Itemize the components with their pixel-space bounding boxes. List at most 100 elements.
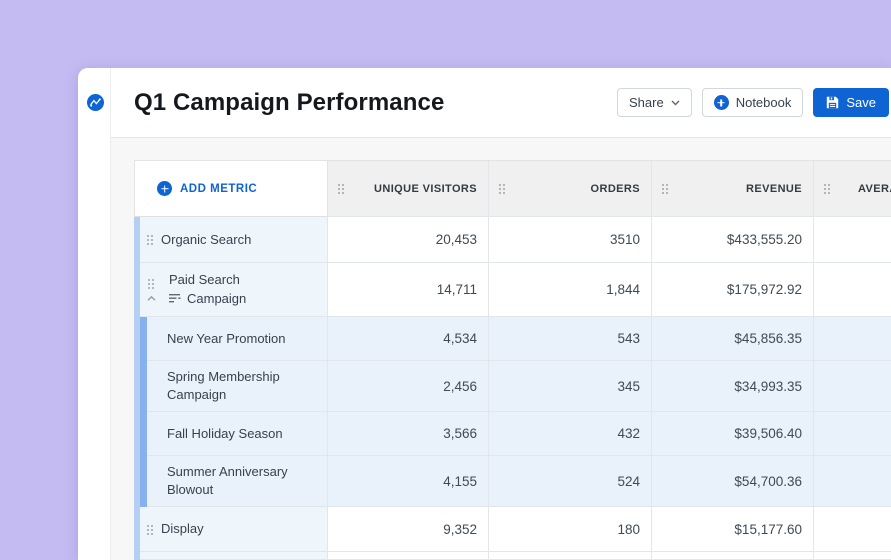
cell-orders[interactable] [489, 552, 652, 560]
cell-unique-visitors[interactable]: 20,453 [328, 217, 489, 263]
row-label: Organic Search [161, 231, 251, 249]
table-row: Fall Holiday Season 3,566 432 $39,506.40 [134, 412, 891, 456]
row-label: Spring Membership Campaign [167, 368, 295, 403]
cell-average[interactable] [814, 361, 891, 412]
cell-revenue[interactable]: $15,177.60 [652, 507, 814, 552]
cell-value: 3510 [610, 232, 640, 247]
cell-unique-visitors[interactable]: 4,534 [328, 317, 489, 361]
cell-revenue[interactable]: $34,993.35 [652, 361, 814, 412]
table-row: Organic Search 20,453 3510 $433,555.20 [134, 217, 891, 263]
cell-value: $15,177.60 [734, 522, 802, 537]
cell-unique-visitors[interactable]: 9,352 [328, 507, 489, 552]
main-panel: Q1 Campaign Performance Share Notebook [111, 68, 891, 560]
cell-unique-visitors[interactable] [328, 552, 489, 560]
row-label: Display [161, 520, 204, 538]
cell-orders[interactable]: 180 [489, 507, 652, 552]
column-header-orders[interactable]: ORDERS [489, 160, 652, 217]
row-gutter [146, 278, 156, 301]
collapse-chevron-up-icon[interactable] [147, 296, 156, 301]
toolbar-actions: Share Notebook [617, 88, 889, 117]
cell-orders[interactable]: 524 [489, 456, 652, 507]
cell-value: 4,155 [443, 474, 477, 489]
save-button-label: Save [846, 95, 876, 110]
drag-handle-icon[interactable] [146, 234, 154, 245]
cell-average[interactable] [814, 317, 891, 361]
drag-handle-icon[interactable] [147, 278, 155, 289]
cell-average[interactable] [814, 217, 891, 263]
cell-revenue[interactable]: $54,700.36 [652, 456, 814, 507]
row-label: Fall Holiday Season [167, 425, 283, 443]
table-row: Spring Membership Campaign 2,456 345 $34… [134, 361, 891, 412]
row-label-cell[interactable]: Summer Anniversary Blowout [134, 456, 328, 507]
cell-value: $45,856.35 [734, 331, 802, 346]
cell-revenue[interactable] [652, 552, 814, 560]
cell-value: 2,456 [443, 379, 477, 394]
cell-unique-visitors[interactable]: 3,566 [328, 412, 489, 456]
cell-value: 345 [617, 379, 640, 394]
cell-value: $54,700.36 [734, 474, 802, 489]
table-row: New Year Promotion 4,534 543 $45,856.35 [134, 317, 891, 361]
cell-average[interactable] [814, 507, 891, 552]
row-label: Paid Search Campaign [169, 271, 246, 307]
share-button[interactable]: Share [617, 88, 692, 117]
row-label-cell[interactable] [134, 552, 328, 560]
cell-revenue[interactable]: $175,972.92 [652, 263, 814, 317]
cell-orders[interactable]: 543 [489, 317, 652, 361]
row-label: Summer Anniversary Blowout [167, 463, 295, 498]
cell-revenue[interactable]: $45,856.35 [652, 317, 814, 361]
cell-orders[interactable]: 345 [489, 361, 652, 412]
cell-value: $39,506.40 [734, 426, 802, 441]
save-button[interactable]: Save [813, 88, 889, 117]
row-label-cell[interactable]: Fall Holiday Season [134, 412, 328, 456]
column-header-average[interactable]: AVERAG [814, 160, 891, 217]
cell-revenue[interactable]: $39,506.40 [652, 412, 814, 456]
plus-circle-icon [157, 181, 172, 196]
column-header-unique-visitors[interactable]: UNIQUE VISITORS [328, 160, 489, 217]
drag-handle-icon[interactable] [146, 524, 154, 535]
cell-unique-visitors[interactable]: 14,711 [328, 263, 489, 317]
row-label-cell[interactable]: Display [134, 507, 328, 552]
column-label: REVENUE [746, 183, 802, 195]
content-area: ADD METRIC UNIQUE VISITORS ORDERS REVENU… [111, 138, 891, 560]
table-row [134, 552, 891, 560]
row-label-cell[interactable]: New Year Promotion [134, 317, 328, 361]
cell-value: 524 [617, 474, 640, 489]
cell-unique-visitors[interactable]: 4,155 [328, 456, 489, 507]
cell-value: $34,993.35 [734, 379, 802, 394]
cell-orders[interactable]: 3510 [489, 217, 652, 263]
drag-handle-icon[interactable] [661, 183, 669, 194]
cell-value: 4,534 [443, 331, 477, 346]
cell-average[interactable] [814, 456, 891, 507]
cell-value: 1,844 [606, 282, 640, 297]
add-metric-label: ADD METRIC [180, 183, 257, 195]
cell-value: 14,711 [437, 282, 477, 297]
cell-value: 20,453 [436, 232, 477, 247]
cell-unique-visitors[interactable]: 2,456 [328, 361, 489, 412]
cell-value: 9,352 [443, 522, 477, 537]
app-card: Q1 Campaign Performance Share Notebook [78, 68, 891, 560]
plus-circle-icon [714, 95, 729, 110]
notebook-button[interactable]: Notebook [702, 88, 804, 117]
row-label-cell[interactable]: Organic Search [134, 217, 328, 263]
page-title: Q1 Campaign Performance [134, 89, 444, 117]
row-label-line2: Campaign [187, 290, 246, 308]
row-label: New Year Promotion [167, 330, 286, 348]
save-icon [826, 96, 839, 109]
cell-revenue[interactable]: $433,555.20 [652, 217, 814, 263]
cell-orders[interactable]: 1,844 [489, 263, 652, 317]
add-metric-button[interactable]: ADD METRIC [134, 160, 328, 217]
row-label-cell[interactable]: Spring Membership Campaign [134, 361, 328, 412]
drag-handle-icon[interactable] [498, 183, 506, 194]
row-label-cell[interactable]: Paid Search Campaign [134, 263, 328, 317]
drag-handle-icon[interactable] [823, 183, 831, 194]
cell-average[interactable] [814, 412, 891, 456]
cell-average[interactable] [814, 263, 891, 317]
cell-average[interactable] [814, 552, 891, 560]
app-logo-icon[interactable] [87, 94, 104, 111]
column-header-revenue[interactable]: REVENUE [652, 160, 814, 217]
cell-value: 180 [617, 522, 640, 537]
drag-handle-icon[interactable] [337, 183, 345, 194]
left-rail [78, 68, 111, 560]
cell-orders[interactable]: 432 [489, 412, 652, 456]
table-header-row: ADD METRIC UNIQUE VISITORS ORDERS REVENU… [134, 160, 891, 217]
